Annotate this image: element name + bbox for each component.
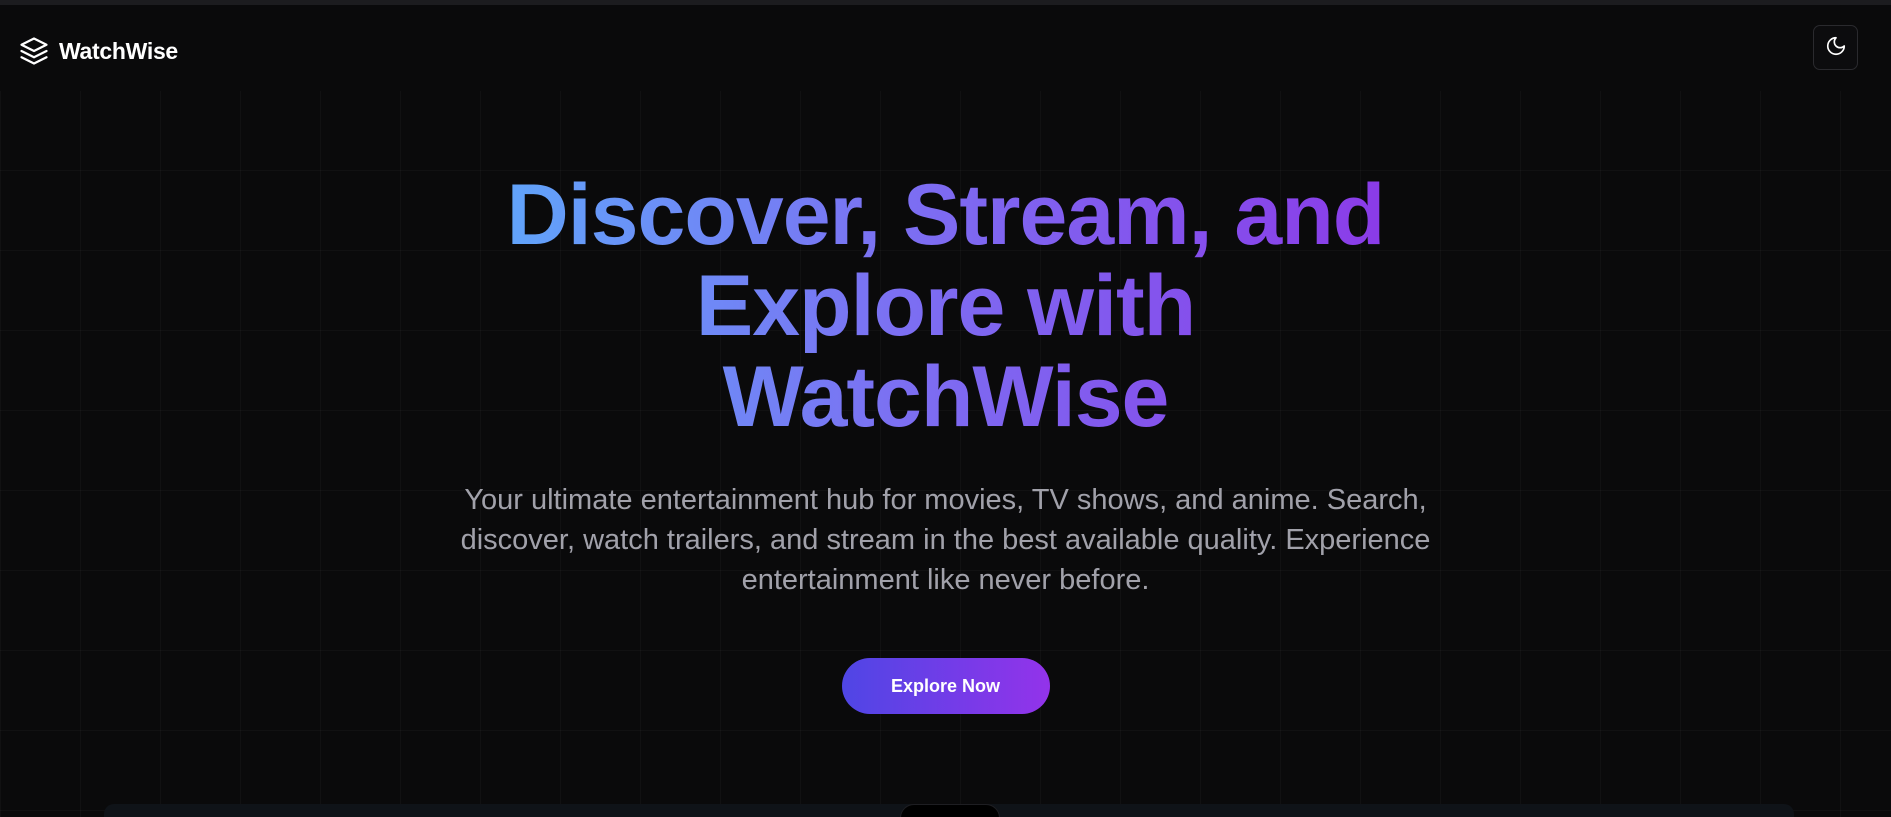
hero-title: Discover, Stream, and Explore with Watch… xyxy=(496,170,1396,443)
layers-icon xyxy=(19,36,49,66)
theme-toggle-button[interactable] xyxy=(1813,25,1858,70)
page: WatchWise Discover, Stream, and Explore … xyxy=(0,0,1891,817)
brand-name: WatchWise xyxy=(59,37,178,64)
tab-switcher-edge[interactable] xyxy=(900,804,1000,817)
hero-section: Discover, Stream, and Explore with Watch… xyxy=(0,170,1891,714)
hero-subtitle: Your ultimate entertainment hub for movi… xyxy=(460,484,1431,596)
moon-icon xyxy=(1825,35,1847,60)
explore-now-button[interactable]: Explore Now xyxy=(841,658,1050,714)
brand-link[interactable]: WatchWise xyxy=(19,33,178,69)
navbar: WatchWise xyxy=(0,5,1891,91)
